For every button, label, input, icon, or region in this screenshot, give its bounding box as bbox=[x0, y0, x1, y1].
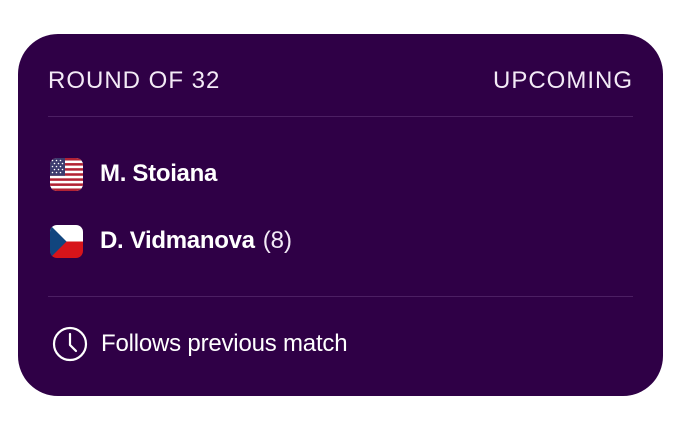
match-header: ROUND OF 32 UPCOMING bbox=[48, 64, 633, 98]
player-seed: (8) bbox=[262, 227, 293, 254]
us-flag-icon bbox=[50, 157, 83, 191]
match-card[interactable]: ROUND OF 32 UPCOMING M. Stoiana D. Vidma… bbox=[18, 34, 663, 396]
player-name[interactable]: D. Vidmanova bbox=[100, 227, 255, 255]
player-row-1: M. Stoiana bbox=[50, 157, 217, 191]
schedule-note: Follows previous match bbox=[101, 330, 348, 357]
header-divider bbox=[48, 116, 633, 117]
player-name[interactable]: M. Stoiana bbox=[100, 160, 217, 188]
footer-divider bbox=[48, 296, 633, 297]
match-status: UPCOMING bbox=[493, 67, 633, 94]
schedule-info: Follows previous match bbox=[52, 324, 348, 364]
cz-flag-icon bbox=[50, 224, 83, 258]
round-label: ROUND OF 32 bbox=[48, 67, 221, 94]
player-row-2: D. Vidmanova (8) bbox=[50, 224, 292, 258]
clock-icon bbox=[52, 326, 88, 362]
